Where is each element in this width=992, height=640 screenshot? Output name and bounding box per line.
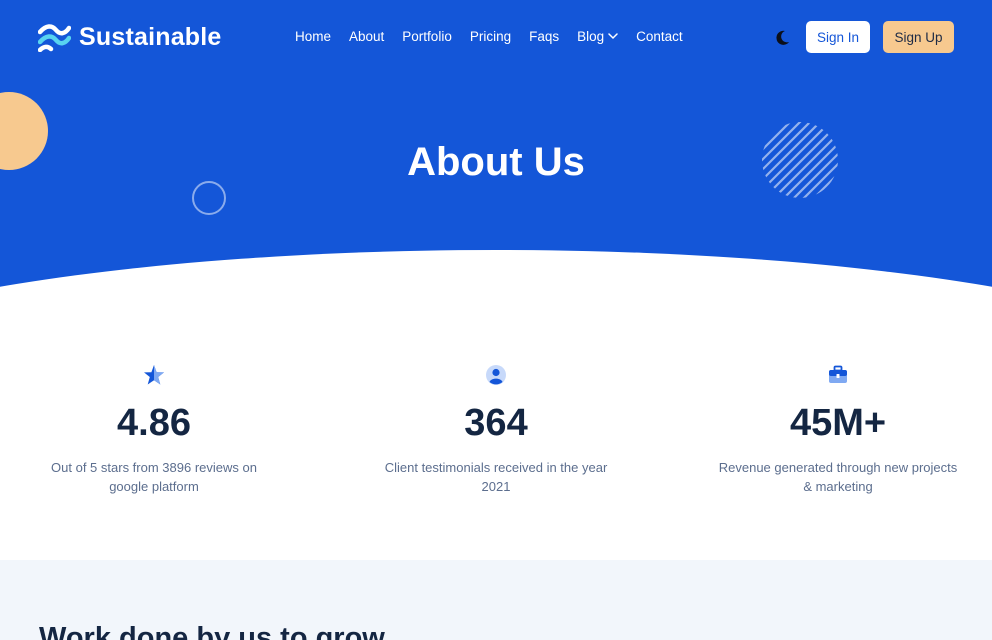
about-page: Sustainable Home About Portfolio Pricing… <box>0 0 992 640</box>
sign-up-button[interactable]: Sign Up <box>883 21 954 53</box>
page-title: About Us <box>407 140 585 184</box>
stat-testimonials: 364 Client testimonials received in the … <box>376 364 616 496</box>
nav-portfolio[interactable]: Portfolio <box>402 29 452 44</box>
nav-pricing[interactable]: Pricing <box>470 29 511 44</box>
section-heading: Work done by us to grow <box>39 622 385 640</box>
chevron-down-icon <box>608 33 618 40</box>
sign-in-button[interactable]: Sign In <box>806 21 870 53</box>
nav-home[interactable]: Home <box>295 29 331 44</box>
stat-description: Revenue generated through new projects &… <box>718 460 958 494</box>
main-nav: Home About Portfolio Pricing Faqs Blog C… <box>295 29 701 44</box>
stat-description: Out of 5 stars from 3896 reviews on goog… <box>51 460 257 494</box>
stat-value: 45M+ <box>789 402 887 444</box>
nav-faqs[interactable]: Faqs <box>529 29 559 44</box>
star-icon <box>144 365 164 385</box>
stat-value: 4.86 <box>117 402 191 444</box>
logo-icon <box>38 24 71 52</box>
briefcase-icon <box>829 365 847 383</box>
nav-about[interactable]: About <box>349 29 384 44</box>
user-icon <box>486 365 506 385</box>
stat-description: Client testimonials received in the year… <box>384 460 608 494</box>
nav-blog-label: Blog <box>577 29 605 44</box>
stat-value: 364 <box>464 402 528 444</box>
decorative-ring <box>192 181 226 215</box>
stat-revenue: 45M+ Revenue generated through new proje… <box>718 364 958 496</box>
nav-blog[interactable]: Blog <box>577 29 618 44</box>
moon-icon[interactable] <box>772 28 792 48</box>
brand-logo[interactable]: Sustainable <box>38 22 222 52</box>
nav-contact[interactable]: Contact <box>636 29 683 44</box>
stat-rating: 4.86 Out of 5 stars from 3896 reviews on… <box>34 364 274 496</box>
brand-name: Sustainable <box>79 22 222 51</box>
